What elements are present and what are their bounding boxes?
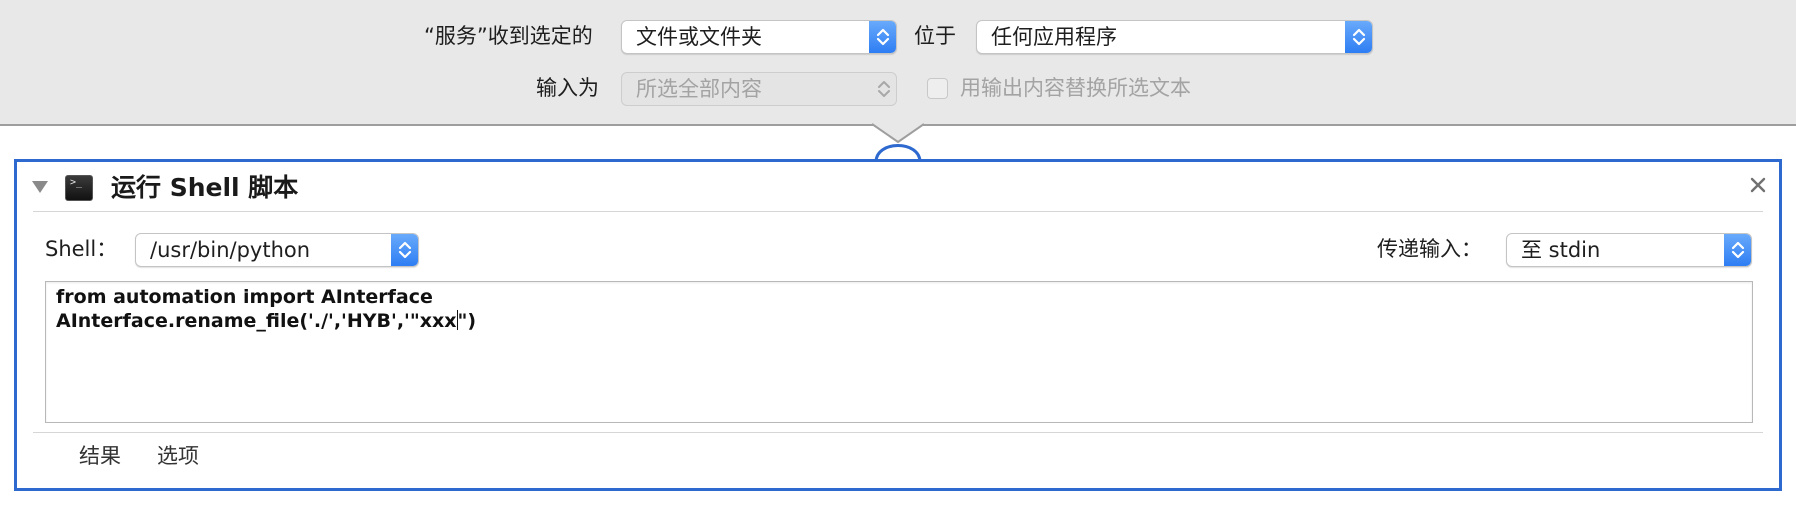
tab-results[interactable]: 结果 (79, 442, 121, 470)
up-down-chevron-icon[interactable] (1345, 21, 1372, 53)
pass-input-value: 至 stdin (1521, 238, 1601, 262)
pass-input-label: 传递输入： (1377, 237, 1482, 261)
input-type-select[interactable]: 文件或文件夹 (621, 20, 897, 54)
replace-selected-text-label: 用输出内容替换所选文本 (960, 76, 1191, 100)
script-editor[interactable]: from automation import AInterface AInter… (45, 281, 1753, 423)
script-line-text: AInterface.rename_file('./','HYB','"xxx (56, 310, 457, 332)
script-line: from automation import AInterface (56, 286, 433, 308)
shell-value: /usr/bin/python (150, 238, 311, 262)
run-shell-script-action: >_ 运行 Shell 脚本 Shell： /usr/bin/python 传递… (14, 159, 1782, 491)
shell-select[interactable]: /usr/bin/python (135, 233, 419, 267)
application-select[interactable]: 任何应用程序 (976, 20, 1373, 54)
up-down-chevron-icon[interactable] (1724, 234, 1751, 266)
action-title: 运行 Shell 脚本 (111, 173, 299, 202)
pass-input-select[interactable]: 至 stdin (1506, 233, 1752, 267)
input-type-value: 文件或文件夹 (636, 25, 762, 49)
footer-divider (33, 432, 1763, 433)
service-receives-label: “服务”收到选定的 (424, 24, 593, 48)
title-divider (33, 211, 1763, 212)
input-as-select[interactable]: 所选全部内容 (621, 72, 897, 106)
close-icon[interactable] (1747, 174, 1769, 196)
shell-label: Shell： (45, 237, 118, 261)
disclosure-triangle-icon[interactable] (31, 180, 49, 194)
action-connector-notch (872, 123, 924, 162)
tab-options[interactable]: 选项 (157, 442, 199, 470)
up-down-chevron-icon[interactable] (391, 234, 418, 266)
up-down-chevron-icon[interactable] (869, 21, 896, 53)
terminal-icon: >_ (65, 175, 93, 201)
replace-selected-text-checkbox[interactable] (927, 78, 948, 99)
service-settings-header: “服务”收到选定的 文件或文件夹 位于 任何应用程序 输入为 所选全部内容 用输… (0, 0, 1796, 126)
script-line-text: ") (457, 310, 477, 332)
automator-workflow-window: “服务”收到选定的 文件或文件夹 位于 任何应用程序 输入为 所选全部内容 用输… (0, 0, 1796, 516)
script-line: AInterface.rename_file('./','HYB','"xxx"… (56, 309, 1742, 333)
up-down-chevron-icon (876, 78, 892, 104)
input-as-value: 所选全部内容 (636, 77, 762, 101)
input-as-label: 输入为 (536, 76, 599, 100)
application-value: 任何应用程序 (991, 25, 1117, 49)
location-label: 位于 (914, 24, 956, 48)
